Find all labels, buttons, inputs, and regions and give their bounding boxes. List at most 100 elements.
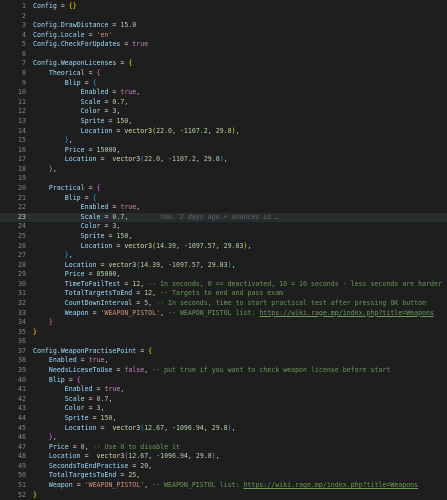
code-token: TimeToFailTest: [64, 279, 121, 288]
code-line[interactable]: 48 Location = vector3(12.67, -1096.94, 2…: [0, 452, 447, 462]
code-line[interactable]: 20 Practical = {: [0, 184, 447, 194]
code-line[interactable]: 1 Config = {}: [0, 2, 447, 12]
code-line[interactable]: 34 }: [0, 318, 447, 328]
code-token: Color: [64, 404, 85, 413]
code-line[interactable]: 42 Scale = 0.7,: [0, 395, 447, 405]
code-line[interactable]: 12 Color = 3,: [0, 107, 447, 117]
code-line[interactable]: 23 Scale = 0.7, You, 2 days ago • avance…: [0, 212, 447, 223]
line-number: 48: [18, 452, 26, 461]
code-token: =: [80, 452, 97, 461]
code-line[interactable]: 24 Color = 3,: [0, 222, 447, 232]
code-line[interactable]: 45 Location = vector3(12.67, -1096.94, 2…: [0, 424, 447, 434]
code-line[interactable]: 31 TotalTargetsToEnd = 12, -- Targets to…: [0, 289, 447, 299]
code-token: -- In seconds, time to start practical t…: [156, 298, 427, 307]
code-line[interactable]: 38 Enabled = true,: [0, 356, 447, 366]
line-number: 23: [18, 212, 26, 221]
code-line[interactable]: 17 Location = vector3(22.0, -1107.2, 29.…: [0, 155, 447, 165]
code-line[interactable]: 41 Enabled = true,: [0, 385, 447, 395]
code-line[interactable]: 19: [0, 174, 447, 184]
code-token: Location: [48, 452, 81, 461]
code-text: Scale = 0.7, You, 2 days ago • avances u…: [33, 212, 280, 223]
code-line[interactable]: 28 Location = vector3(14.39, -1097.57, 2…: [0, 261, 447, 271]
code-line[interactable]: 18 },: [0, 165, 447, 175]
code-line[interactable]: 49 SecondsToEndPractise = 20,: [0, 462, 447, 472]
code-text: }: [33, 491, 37, 500]
code-line[interactable]: 50 TotalTargetsToEnd = 25,: [0, 471, 447, 481]
code-line[interactable]: 7 Config.WeaponLicenses = {: [0, 59, 447, 69]
code-line[interactable]: 29 Price = 85000,: [0, 270, 447, 280]
code-line[interactable]: 25 Sprite = 150,: [0, 232, 447, 242]
code-line[interactable]: 15 },: [0, 136, 447, 146]
code-token: Location: [80, 126, 113, 135]
code-line[interactable]: 47 Price = 0, -- Use 0 to disable it: [0, 443, 447, 453]
code-line[interactable]: 10 Enabled = true,: [0, 88, 447, 98]
code-token: ,: [148, 452, 157, 461]
code-line[interactable]: 4 Config.Locale = 'en': [0, 31, 447, 41]
code-line[interactable]: 9 Blip = {: [0, 79, 447, 89]
code-token: Enabled: [80, 88, 109, 97]
code-line[interactable]: 52}: [0, 491, 447, 500]
code-line[interactable]: 30 TimeToFailTest = 12, -- In seconds, 0…: [0, 280, 447, 290]
line-number: 14: [18, 126, 26, 135]
code-token: ,: [128, 231, 133, 240]
code-line[interactable]: 44 Sprite = 150,: [0, 414, 447, 424]
code-line[interactable]: 27 },: [0, 251, 447, 261]
code-line[interactable]: 37 Config.WeaponPractisePoint = {: [0, 347, 447, 357]
code-token: =: [72, 481, 85, 489]
line-number: 9: [22, 78, 26, 87]
code-token: Weapon: [64, 308, 89, 317]
code-token: -1097.57: [183, 241, 216, 250]
code-token: true: [120, 88, 137, 97]
code-token: -- Use 0 to disable it: [92, 442, 180, 451]
code-line[interactable]: 35}: [0, 328, 447, 338]
code-token: ,: [52, 164, 57, 173]
code-token: CheckForUpdates: [60, 40, 121, 49]
code-line[interactable]: 11 Scale = 0.7,: [0, 98, 447, 108]
line-number: 20: [18, 184, 26, 193]
line-number: 27: [18, 251, 26, 260]
url-link[interactable]: https://wiki.rage.mp/index.php?title=Wea…: [243, 481, 418, 489]
line-number: 34: [18, 318, 26, 327]
code-line[interactable]: 26 Location = vector3(14.39, -1097.57, 2…: [0, 242, 447, 252]
code-line[interactable]: 5 Config.CheckForUpdates = true: [0, 40, 447, 50]
code-editor[interactable]: 1 Config = {} 2 3 Config.DrawDistance = 15.0…: [0, 0, 447, 500]
line-number: 18: [18, 164, 26, 173]
code-text: Sprite = 150,: [33, 231, 133, 242]
line-number: 22: [18, 203, 26, 212]
code-line[interactable]: 40 Blip = {: [0, 376, 447, 386]
code-text: TotalTargetsToEnd = 25,: [33, 471, 140, 481]
code-token: =: [56, 2, 69, 10]
url-link[interactable]: https://wiki.rage.mp/index.php?title=Wea…: [259, 309, 434, 317]
code-line[interactable]: 3 Config.DrawDistance = 15.0: [0, 21, 447, 31]
code-line[interactable]: 21 Blip = {: [0, 194, 447, 204]
code-line[interactable]: 16 Price = 15000,: [0, 146, 447, 156]
code-text: Blip = {: [33, 79, 97, 89]
code-token: 12.67: [128, 452, 149, 461]
code-line[interactable]: 39 NeedsLiceseToUse = false, -- put true…: [0, 366, 447, 376]
code-text: Config.DrawDistance = 15.0: [33, 21, 136, 31]
code-line[interactable]: 36: [0, 337, 447, 347]
code-text: Location = vector3(22.0, -1107.2, 29.8),: [33, 155, 228, 165]
code-line[interactable]: 13 Sprite = 150,: [0, 117, 447, 127]
code-token: Sprite: [64, 413, 89, 422]
code-line[interactable]: 14 Location = vector3(22.0, -1107.2, 29.…: [0, 127, 447, 137]
code-line[interactable]: 33 Weapon = 'WEAPON_PISTOL', -- WEAPON_P…: [0, 309, 447, 319]
code-line[interactable]: 22 Enabled = true,: [0, 203, 447, 213]
code-token: =: [76, 356, 89, 365]
code-token: -1096.94: [172, 423, 204, 432]
code-line[interactable]: 46 },: [0, 433, 447, 443]
code-line[interactable]: 2: [0, 12, 447, 22]
code-line[interactable]: 32 CountDownInterval = 5, -- In seconds,…: [0, 299, 447, 309]
code-text: Enabled = true,: [33, 203, 141, 213]
code-line[interactable]: 51 Weapon = 'WEAPON_PISTOL', -- WEAPON_P…: [0, 481, 447, 491]
code-token: 0.7: [112, 212, 125, 221]
code-line[interactable]: 43 Color = 3,: [0, 404, 447, 414]
code-line[interactable]: 8 Theorical = {: [0, 69, 447, 79]
line-number: 7: [22, 59, 26, 68]
code-token: {: [92, 78, 97, 87]
code-line[interactable]: 6: [0, 50, 447, 60]
